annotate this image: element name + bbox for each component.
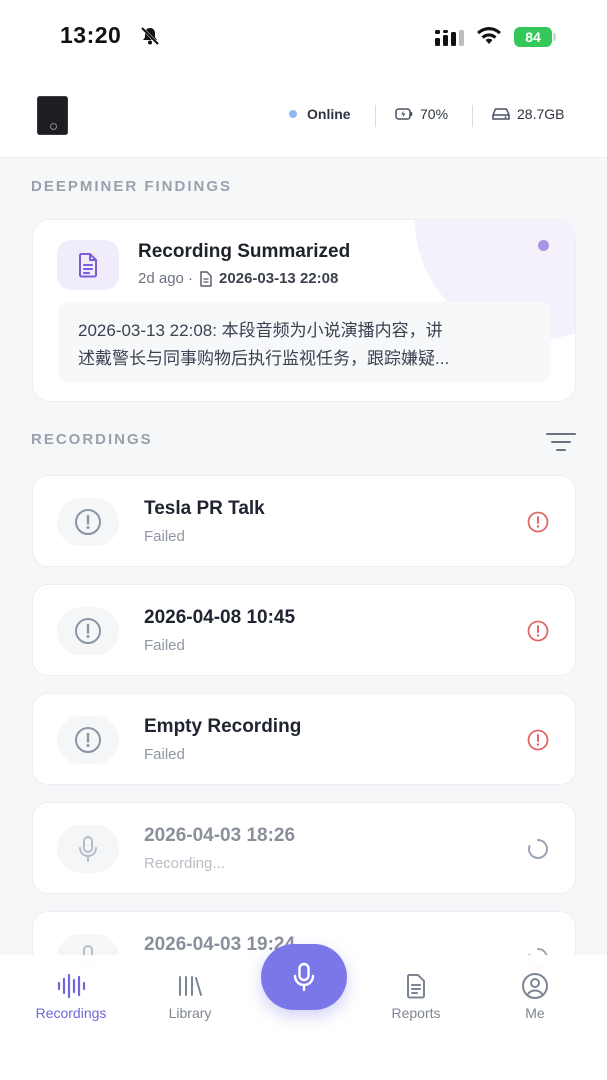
file-icon bbox=[200, 270, 212, 287]
finding-age: 2d ago · bbox=[138, 270, 194, 287]
divider bbox=[472, 105, 473, 127]
recording-status: Failed bbox=[144, 637, 185, 654]
report-document-icon bbox=[366, 971, 466, 1001]
library-icon bbox=[140, 971, 240, 1001]
recording-status: Recording... bbox=[144, 855, 225, 872]
storage-drive-icon bbox=[492, 108, 510, 120]
wifi-icon bbox=[476, 26, 502, 51]
alert-circle-icon bbox=[57, 607, 119, 655]
document-icon bbox=[57, 240, 119, 290]
battery-indicator: 84 bbox=[514, 27, 556, 47]
tab-library[interactable]: Library bbox=[140, 971, 240, 1021]
finding-meta: 2d ago · 2026-03-13 22:08 bbox=[138, 270, 338, 287]
mic-icon bbox=[57, 825, 119, 873]
finding-date: 2026-03-13 22:08 bbox=[219, 270, 339, 287]
online-dot bbox=[289, 110, 297, 118]
online-label: Online bbox=[307, 106, 351, 122]
divider bbox=[375, 105, 376, 127]
tab-label: Reports bbox=[391, 1005, 441, 1021]
finding-summary: 2026-03-13 22:08: 本段音频为小说演播内容，讲 述戴警长与同事购… bbox=[58, 302, 551, 382]
recording-status: Failed bbox=[144, 528, 185, 545]
tab-label: Recordings bbox=[35, 1005, 107, 1021]
recording-title: 2026-04-03 18:26 bbox=[144, 825, 296, 846]
device-online-status: Online bbox=[289, 106, 351, 122]
recording-item[interactable]: Tesla PR Talk Failed bbox=[32, 475, 576, 567]
tab-me[interactable]: Me bbox=[485, 971, 585, 1021]
tab-recordings[interactable]: Recordings bbox=[21, 971, 121, 1021]
record-button[interactable] bbox=[261, 944, 347, 1010]
charging-battery-icon bbox=[395, 108, 413, 120]
error-icon[interactable] bbox=[527, 729, 549, 756]
error-icon[interactable] bbox=[527, 511, 549, 538]
device-header: Online 70% 28.7GB bbox=[0, 74, 607, 158]
error-icon[interactable] bbox=[527, 620, 549, 647]
device-storage: 28.7GB bbox=[492, 106, 564, 122]
recording-title: 2026-04-08 10:45 bbox=[144, 607, 296, 628]
battery-nub bbox=[553, 33, 556, 41]
tab-reports[interactable]: Reports bbox=[366, 971, 466, 1021]
recording-status: Failed bbox=[144, 746, 185, 763]
bell-muted-icon bbox=[139, 25, 161, 52]
recordings-section-title: RECORDINGS bbox=[31, 431, 153, 448]
findings-section-title: DEEPMINER FINDINGS bbox=[31, 178, 233, 195]
tab-label: Me bbox=[525, 1005, 545, 1021]
waveform-icon bbox=[21, 971, 121, 1001]
profile-icon bbox=[485, 971, 585, 1001]
status-time: 13:20 bbox=[60, 22, 122, 48]
device-image[interactable] bbox=[37, 96, 68, 135]
recording-title: Tesla PR Talk bbox=[144, 498, 265, 519]
filter-icon[interactable] bbox=[545, 431, 577, 458]
alert-circle-icon bbox=[57, 498, 119, 546]
battery-level: 84 bbox=[514, 27, 552, 47]
device-battery-value: 70% bbox=[420, 106, 449, 122]
finding-title: Recording Summarized bbox=[138, 241, 351, 262]
recording-title: Empty Recording bbox=[144, 716, 302, 737]
device-storage-value: 28.7GB bbox=[517, 106, 565, 122]
spinner-icon bbox=[527, 838, 549, 865]
tab-label: Library bbox=[168, 1005, 212, 1021]
status-bar: 13:20 84 bbox=[0, 0, 607, 74]
recording-item[interactable]: 2026-04-03 18:26 Recording... bbox=[32, 802, 576, 894]
device-battery: 70% bbox=[395, 106, 448, 122]
alert-circle-icon bbox=[57, 716, 119, 764]
cellular-signal-icon bbox=[435, 30, 465, 51]
summary-line: 述戴警长与同事购物后执行监视任务，跟踪嫌疑... bbox=[78, 349, 450, 368]
unread-dot bbox=[538, 240, 549, 251]
finding-card[interactable]: Recording Summarized 2d ago · 2026-03-13… bbox=[32, 219, 576, 402]
mic-icon bbox=[293, 962, 315, 992]
recording-item[interactable]: Empty Recording Failed bbox=[32, 693, 576, 785]
recording-item[interactable]: 2026-04-08 10:45 Failed bbox=[32, 584, 576, 676]
summary-line: 2026-03-13 22:08: 本段音频为小说演播内容，讲 bbox=[78, 321, 443, 340]
